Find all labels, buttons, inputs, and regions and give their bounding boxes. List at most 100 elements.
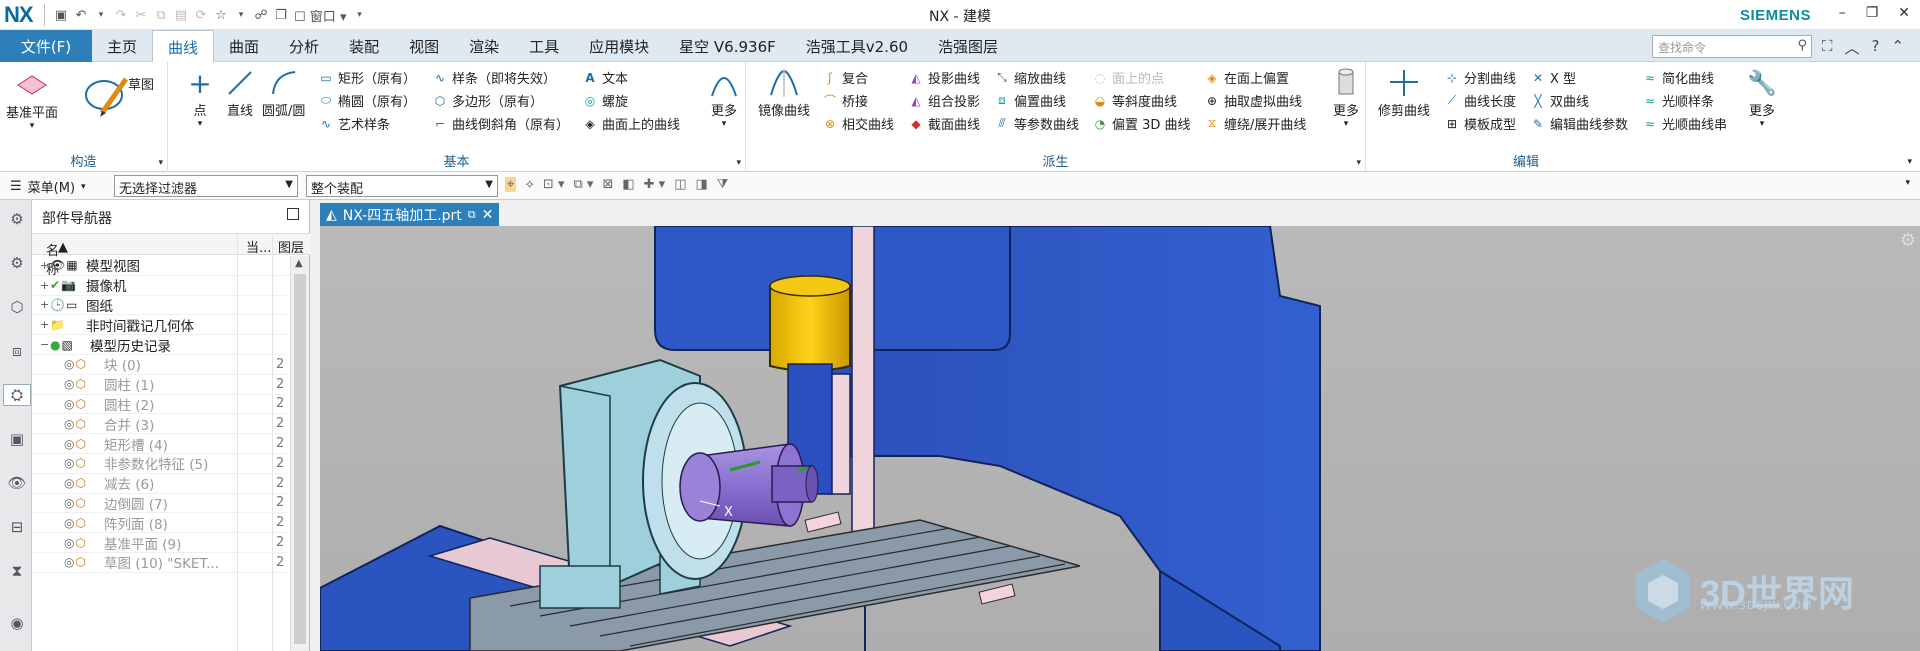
undo-icon[interactable]: ↶ xyxy=(74,8,88,23)
polygon-button[interactable]: ⬡ 多边形（原有） xyxy=(432,91,543,111)
select-all-icon[interactable]: ✚ ▾ xyxy=(644,177,666,192)
copy-icon[interactable]: ⧉ xyxy=(154,8,168,23)
offset-curve-button[interactable]: ⧈ 偏置曲线 xyxy=(994,91,1066,110)
close-button[interactable]: ✕ xyxy=(1898,5,1910,21)
spline-button[interactable]: ∿ 样条（即将失效） xyxy=(432,68,556,88)
tree-row[interactable]: ◎ ⬡ 非参数化特征 (5) 2 xyxy=(32,454,290,474)
layer-filter-icon[interactable]: ⧩ xyxy=(717,177,729,192)
collapse-icon[interactable]: − xyxy=(40,338,50,351)
view-triad-icon[interactable]: ⚙ xyxy=(1900,230,1916,251)
dropdown-arrow-icon[interactable]: ▾ xyxy=(94,10,108,20)
extract-virtual-curve-button[interactable]: ⊕ 抽取虚拟曲线 xyxy=(1204,91,1302,111)
paste-icon[interactable]: ▤ xyxy=(174,8,188,23)
show-hidden-icon[interactable]: ◫ xyxy=(674,177,686,192)
trim-curve-button[interactable]: 修剪曲线 xyxy=(1378,66,1430,119)
basic-more-button[interactable]: 更多 ▾ xyxy=(704,66,744,129)
tree-row[interactable]: ◎ ⬡ 减去 (6) 2 xyxy=(32,474,290,494)
process-studio-icon[interactable]: ⧗ xyxy=(6,560,28,582)
tree-row[interactable]: + 👁 ▦ 模型视图 xyxy=(32,256,290,276)
expand-icon[interactable]: + xyxy=(40,298,50,311)
group-dropdown-icon[interactable]: ▾ xyxy=(736,158,741,168)
tab-8[interactable]: 应用模块 xyxy=(574,30,664,62)
smooth-string-button[interactable]: ≈ 光顺曲线串 xyxy=(1642,114,1727,134)
ribbon-options-icon[interactable]: ▾ xyxy=(1907,157,1912,167)
helix-button[interactable]: ◎ 螺旋 xyxy=(582,91,628,111)
minimize-button[interactable]: – xyxy=(1839,5,1846,21)
tree-row[interactable]: − ● ▧ 模型历史记录 xyxy=(32,335,290,355)
visualization-icon[interactable]: 👁 xyxy=(6,472,28,494)
expand-icon[interactable]: + xyxy=(40,279,50,292)
curve-chamfer-button[interactable]: ⌐ 曲线倒斜角（原有） xyxy=(432,114,569,134)
smooth-spline-button[interactable]: ≈ 光顺样条 xyxy=(1642,91,1714,111)
snap-icon[interactable]: ⌖ xyxy=(505,177,517,192)
slope-curve-button[interactable]: ◒ 等斜度曲线 xyxy=(1092,91,1177,111)
composite-curve-button[interactable]: ʃ 复合 xyxy=(822,68,868,88)
art-spline-button[interactable]: ∿ 艺术样条 xyxy=(318,114,390,134)
combined-project-button[interactable]: ◭ 组合投影 xyxy=(908,91,980,111)
tab-0[interactable]: 主页 xyxy=(92,30,152,62)
text-button[interactable]: A 文本 xyxy=(582,68,628,88)
cut-icon[interactable]: ✂ xyxy=(134,8,148,23)
tree-row[interactable]: + 📁 非时间戳记几何体 xyxy=(32,315,290,336)
tree-row[interactable]: + 🕒 ▭ 图纸 xyxy=(32,296,290,316)
selection-scope-select[interactable]: 整个装配 ▼ xyxy=(306,175,498,197)
search-icon[interactable]: ⚲ xyxy=(1797,38,1807,53)
expand-icon[interactable]: + xyxy=(40,259,50,272)
command-search-input[interactable]: 查找命令 ⚲ xyxy=(1652,35,1812,58)
tab-options-icon[interactable]: ⧉ xyxy=(468,208,476,222)
ellipse-button[interactable]: ⬭ 椭圆（原有） xyxy=(318,91,416,110)
tree-row[interactable]: ◎ ⬡ 边倒圆 (7) 2 xyxy=(32,494,290,514)
customize-icon[interactable]: ▾ xyxy=(352,10,366,20)
group-dropdown-icon[interactable]: ▾ xyxy=(158,158,163,168)
tab-9[interactable]: 星空 V6.936F xyxy=(664,30,791,62)
close-tab-icon[interactable]: ✕ xyxy=(482,207,494,223)
switch-window-icon[interactable]: ❐ xyxy=(274,8,288,23)
group-dropdown-icon[interactable]: ▾ xyxy=(1356,158,1361,168)
edit-more-button[interactable]: 🔧 更多 ▾ xyxy=(1742,66,1782,129)
tree-row[interactable]: ◎ ⬡ 矩形槽 (4) 2 xyxy=(32,434,290,454)
tree-row[interactable]: ◎ ⬡ 圆柱 (2) 2 xyxy=(32,395,290,415)
maximize-panel-icon[interactable] xyxy=(287,208,299,220)
simplify-curve-button[interactable]: ≈ 简化曲线 xyxy=(1642,68,1714,88)
offset-3d-curve-button[interactable]: ◔ 偏置 3D 曲线 xyxy=(1092,114,1191,134)
tab-3[interactable]: 分析 xyxy=(274,30,334,62)
history-icon[interactable]: ⊟ xyxy=(6,516,28,538)
point-on-face-button[interactable]: ◌ 面上的点 xyxy=(1092,68,1164,88)
select-face-icon[interactable]: ⟡ xyxy=(525,177,534,192)
constraint-navigator-icon[interactable]: ⧈ xyxy=(6,340,28,362)
restore-button[interactable]: ❐ xyxy=(1866,5,1879,21)
double-curve-button[interactable]: ╳ 双曲线 xyxy=(1530,91,1589,111)
datum-plane-button[interactable]: 基准平面 ▾ xyxy=(6,68,58,131)
mirror-curve-button[interactable]: 镜像曲线 xyxy=(758,66,810,119)
redo-icon[interactable]: ↷ xyxy=(114,8,128,23)
tab-11[interactable]: 浩强图层 xyxy=(923,30,1013,62)
menu-button[interactable]: ☰ 菜单(M) ▾ xyxy=(10,177,86,196)
tree-row[interactable]: ◎ ⬡ 草图 (10) "SKET... 2 xyxy=(32,553,290,573)
repeat-command-icon[interactable]: ⟳ xyxy=(194,8,208,23)
touch-mode-icon[interactable]: ☍ xyxy=(254,8,268,23)
edit-curve-params-button[interactable]: ✎ 编辑曲线参数 xyxy=(1530,114,1628,134)
web-browser-icon[interactable]: ◉ xyxy=(6,612,28,634)
settings-icon[interactable]: ⚙ xyxy=(6,208,28,230)
tab-4[interactable]: 装配 xyxy=(334,30,394,62)
roles-icon[interactable]: ⚙ xyxy=(6,252,28,274)
divide-curve-button[interactable]: ⊹ 分割曲线 xyxy=(1444,68,1516,88)
scrollbar-thumb[interactable] xyxy=(294,274,306,644)
tree-row[interactable]: ◎ ⬡ 阵列面 (8) 2 xyxy=(32,513,290,534)
window-menu[interactable]: ☐ 窗口 ▾ xyxy=(294,6,346,25)
navigator-scrollbar[interactable]: ▲ xyxy=(290,256,309,651)
tree-row[interactable]: ◎ ⬡ 圆柱 (1) 2 xyxy=(32,375,290,395)
select-feature-icon[interactable]: ⧉ ▾ xyxy=(573,177,593,192)
point-button[interactable]: + 点 ▾ xyxy=(180,66,220,130)
rectangle-button[interactable]: ▭ 矩形（原有） xyxy=(318,68,416,88)
document-tab[interactable]: ◭ NX-四五轴加工.prt ⧉ ✕ xyxy=(320,203,500,226)
select-component-icon[interactable]: ⊠ xyxy=(602,177,613,192)
expand-icon[interactable]: + xyxy=(40,318,50,331)
iso-curve-button[interactable]: ⫻ 等参数曲线 xyxy=(994,114,1079,133)
dropdown-arrow-icon[interactable]: ▾ xyxy=(234,10,248,20)
reuse-library-icon[interactable]: ▣ xyxy=(6,428,28,450)
assembly-navigator-icon[interactable]: ⬡ xyxy=(6,296,28,318)
select-body-icon[interactable]: ⊡ ▾ xyxy=(543,177,565,192)
help-icon[interactable]: ? xyxy=(1872,37,1880,58)
selbar-options-icon[interactable]: ▾ xyxy=(1905,178,1910,188)
